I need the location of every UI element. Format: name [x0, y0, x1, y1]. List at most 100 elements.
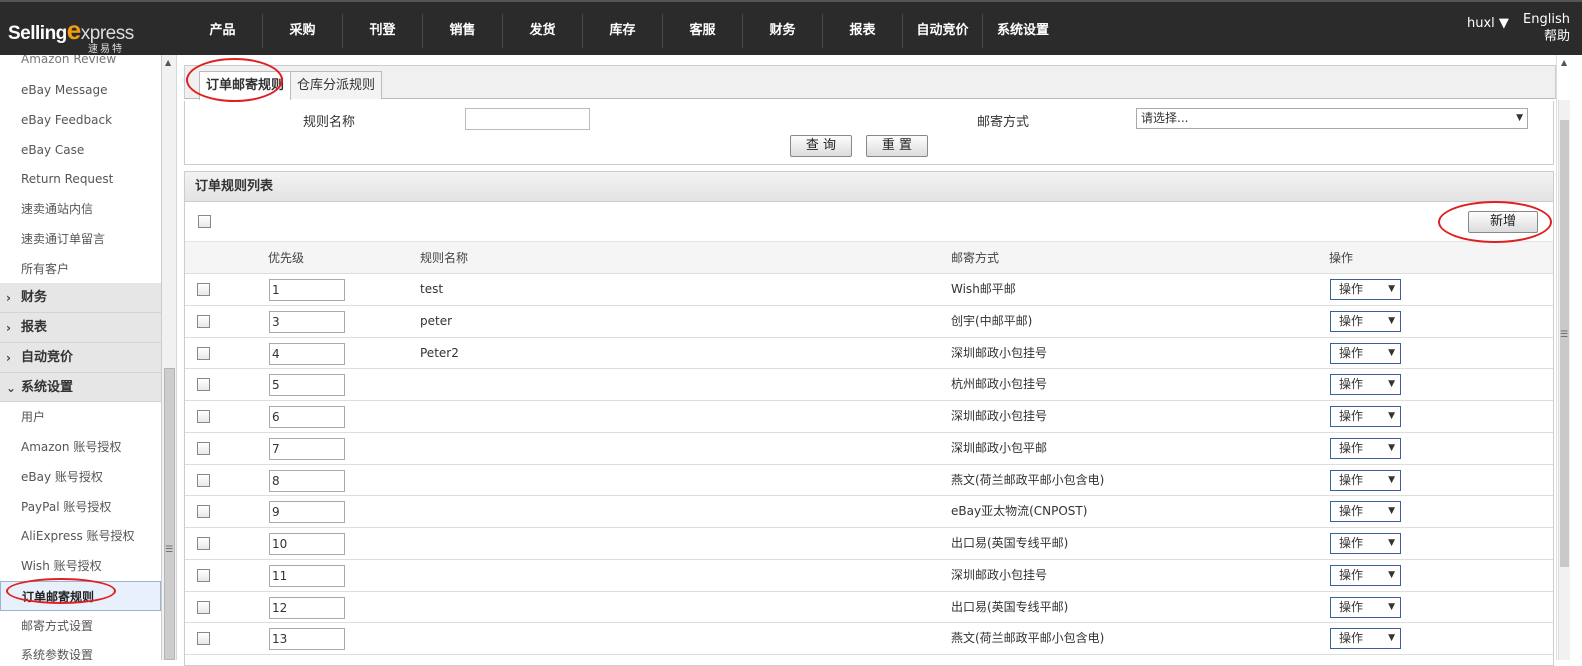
main-scrollbar[interactable]: ☰ — [1558, 100, 1570, 660]
sidebar-group-0[interactable]: › 财务 — [0, 283, 161, 313]
sidebar-scroll-thumb[interactable] — [164, 368, 175, 660]
table-row: 6 深圳邮政小包挂号 操作 ▼ — [185, 401, 1553, 433]
row-checkbox[interactable] — [197, 283, 210, 296]
sidebar-item-4[interactable]: Return Request — [0, 164, 161, 194]
row-checkbox[interactable] — [197, 537, 210, 550]
priority-input[interactable]: 5 — [269, 374, 345, 397]
row-checkbox[interactable] — [197, 410, 210, 423]
row-checkbox[interactable] — [197, 473, 210, 487]
column-priority[interactable]: 优先级 — [268, 242, 304, 274]
priority-input[interactable]: 13 — [269, 628, 345, 651]
priority-input[interactable]: 4 — [269, 342, 345, 365]
shipping-method-select[interactable]: 请选择... ▼ — [1136, 108, 1528, 129]
row-checkbox[interactable] — [197, 505, 210, 519]
scroll-up-icon[interactable]: ▲ — [1561, 58, 1567, 67]
action-dropdown[interactable]: 操作 ▼ — [1330, 628, 1401, 650]
rule-name-input[interactable] — [465, 108, 590, 130]
sidebar-group-label: 财务 — [21, 290, 48, 306]
sidebar-group-1[interactable]: › 报表 — [0, 313, 161, 343]
sidebar-scrollbar[interactable]: ▲ ☰ — [162, 55, 177, 660]
sidebar-item-3[interactable]: eBay Case — [0, 135, 161, 165]
action-dropdown[interactable]: 操作 ▼ — [1330, 279, 1401, 300]
tab-warehouse-dispatch-rules[interactable]: 仓库分派规则 — [290, 71, 383, 99]
query-button[interactable]: 查 询 — [790, 135, 852, 157]
table-row: 9 eBay亚太物流(CNPOST) 操作 ▼ — [185, 496, 1553, 528]
sidebar-sys-item-4[interactable]: AliExpress 账号授权 — [0, 521, 161, 551]
column-rule-name[interactable]: 规则名称 — [420, 242, 468, 274]
shipping-method-cell: 出口易(英国专线平邮) — [951, 599, 1069, 614]
action-dropdown[interactable]: 操作 ▼ — [1330, 310, 1401, 332]
sidebar-sys-item-3[interactable]: PayPal 账号授权 — [0, 492, 161, 522]
row-checkbox[interactable] — [197, 378, 210, 392]
chevron-down-icon: ▼ — [1388, 506, 1395, 517]
nav-item-2[interactable]: 刊登 — [343, 14, 423, 48]
sidebar-item-0[interactable]: Amazon Review — [0, 55, 161, 75]
nav-item-7[interactable]: 财务 — [743, 14, 823, 48]
sidebar-item-6[interactable]: 速卖通订单留言 — [0, 224, 161, 254]
list-toolbar: 新增 — [185, 202, 1553, 242]
row-checkbox[interactable] — [197, 314, 210, 328]
action-dropdown[interactable]: 操作 ▼ — [1330, 437, 1401, 459]
priority-input[interactable]: 1 — [269, 279, 345, 301]
action-dropdown[interactable]: 操作 ▼ — [1330, 342, 1401, 364]
scroll-up-icon[interactable]: ▲ — [165, 58, 171, 67]
nav-item-9[interactable]: 自动竞价 — [903, 14, 983, 48]
select-all-checkbox[interactable] — [198, 215, 211, 228]
sidebar-sys-item-2[interactable]: eBay 账号授权 — [0, 462, 161, 492]
reset-button[interactable]: 重 置 — [866, 135, 928, 157]
action-dropdown[interactable]: 操作 ▼ — [1330, 469, 1401, 491]
user-menu[interactable]: huxl ▼ — [1467, 16, 1509, 31]
sidebar-sys-item-7[interactable]: 邮寄方式设置 — [0, 611, 161, 641]
sidebar-item-1[interactable]: eBay Message — [0, 75, 161, 105]
sidebar-group-3[interactable]: ⌄ 系统设置 — [0, 372, 161, 403]
action-dropdown[interactable]: 操作 ▼ — [1330, 533, 1401, 554]
priority-input[interactable]: 11 — [269, 564, 345, 587]
priority-input[interactable]: 10 — [269, 533, 345, 555]
action-dropdown[interactable]: 操作 ▼ — [1330, 374, 1401, 396]
nav-item-1[interactable]: 采购 — [263, 14, 343, 48]
chevron-down-icon: ▼ — [1388, 538, 1395, 548]
sidebar-sys-item-0[interactable]: 用户 — [0, 402, 161, 432]
sidebar-sys-item-1[interactable]: Amazon 账号授权 — [0, 432, 161, 462]
action-dropdown[interactable]: 操作 ▼ — [1330, 501, 1401, 523]
nav-item-5[interactable]: 库存 — [583, 14, 663, 48]
action-dropdown[interactable]: 操作 ▼ — [1330, 406, 1401, 427]
priority-input[interactable]: 9 — [269, 501, 345, 524]
help-link[interactable]: 帮助 — [1523, 28, 1570, 45]
priority-input[interactable]: 8 — [269, 469, 345, 492]
priority-input[interactable]: 3 — [269, 310, 345, 333]
nav-item-3[interactable]: 销售 — [423, 14, 503, 48]
nav-item-4[interactable]: 发货 — [503, 14, 583, 48]
row-checkbox[interactable] — [197, 568, 210, 582]
action-label: 操作 — [1339, 313, 1364, 328]
priority-input[interactable]: 7 — [269, 437, 345, 460]
priority-input[interactable]: 12 — [269, 596, 345, 619]
nav-item-6[interactable]: 客服 — [663, 14, 743, 48]
nav-item-8[interactable]: 报表 — [823, 14, 903, 48]
action-dropdown[interactable]: 操作 ▼ — [1330, 596, 1401, 618]
english-link[interactable]: English — [1523, 11, 1570, 28]
column-shipping-method[interactable]: 邮寄方式 — [951, 242, 999, 274]
sidebar-item-5[interactable]: 速卖通站内信 — [0, 194, 161, 224]
row-checkbox[interactable] — [197, 632, 210, 646]
action-dropdown[interactable]: 操作 ▼ — [1330, 564, 1401, 586]
table-row: 10 出口易(英国专线平邮) 操作 ▼ — [185, 528, 1553, 560]
nav-item-0[interactable]: 产品 — [183, 14, 263, 48]
grip-icon: ☰ — [165, 545, 174, 555]
priority-input[interactable]: 6 — [269, 406, 345, 428]
sellingexpress-logo[interactable]: Sellingexpress 速易特 — [8, 8, 158, 55]
sidebar-item-7[interactable]: 所有客户 — [0, 254, 161, 284]
table-row: 11 深圳邮政小包挂号 操作 ▼ — [185, 560, 1553, 592]
sidebar-sys-item-5[interactable]: Wish 账号授权 — [0, 551, 161, 581]
row-checkbox[interactable] — [197, 441, 210, 455]
sidebar-sys-item-8[interactable]: 系统参数设置 — [0, 640, 161, 660]
row-checkbox[interactable] — [197, 600, 210, 614]
table-row: 3 peter 创宇(中邮平邮) 操作 ▼ — [185, 306, 1553, 338]
shipping-method-cell: eBay亚太物流(CNPOST) — [951, 504, 1088, 519]
nav-item-10[interactable]: 系统设置 — [983, 14, 1063, 48]
sidebar-group-2[interactable]: › 自动竞价 — [0, 342, 161, 373]
sidebar-item-2[interactable]: eBay Feedback — [0, 105, 161, 135]
search-panel: 规则名称 邮寄方式 请选择... ▼ 查 询 重 置 — [184, 101, 1554, 165]
main-scroll-thumb[interactable] — [1560, 120, 1569, 567]
row-checkbox[interactable] — [197, 346, 210, 360]
